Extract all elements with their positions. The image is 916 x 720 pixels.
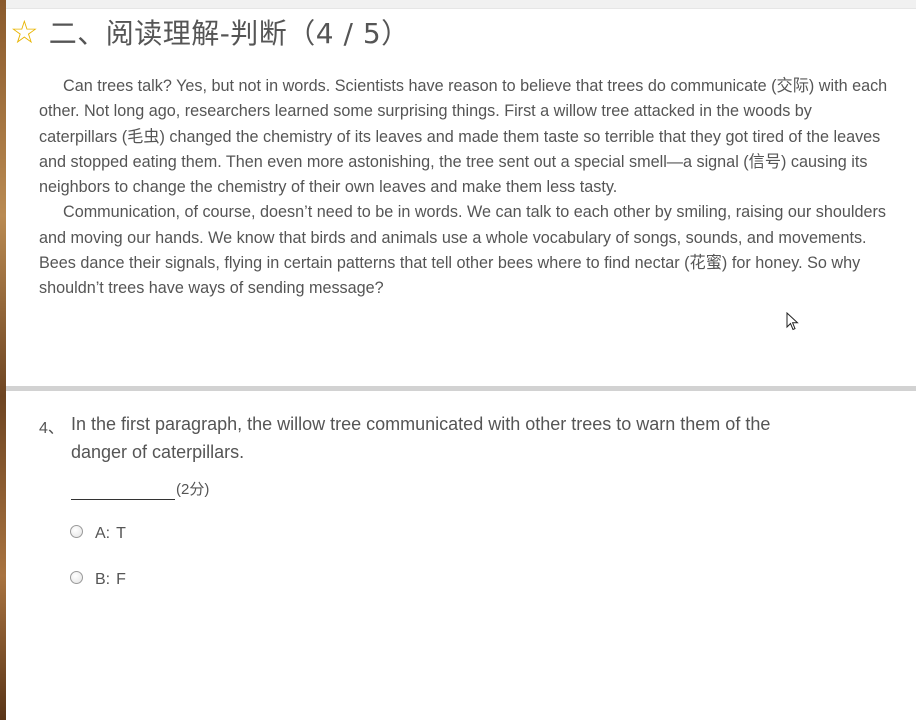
option-letter: B: bbox=[95, 571, 111, 588]
score-label: (2分) bbox=[176, 481, 210, 498]
option-value: T bbox=[116, 525, 126, 542]
option-b[interactable]: B: F bbox=[70, 570, 126, 589]
question-number: 4、 bbox=[39, 420, 64, 437]
top-bar bbox=[6, 0, 916, 9]
star-outline-icon[interactable]: ☆ bbox=[10, 16, 39, 48]
passage-paragraph: Communication, of course, doesn’t need t… bbox=[39, 203, 886, 298]
radio-button-a[interactable] bbox=[70, 524, 83, 538]
mouse-cursor-icon bbox=[786, 312, 799, 331]
option-value: F bbox=[116, 571, 126, 588]
option-letter: A: bbox=[95, 525, 111, 542]
question-text: In the first paragraph, the willow tree … bbox=[71, 414, 771, 462]
radio-button-b[interactable] bbox=[70, 570, 83, 584]
passage-paragraph: Can trees talk? Yes, but not in words. S… bbox=[39, 77, 888, 197]
option-a[interactable]: A: T bbox=[70, 524, 126, 543]
question-block: 4、 In the first paragraph, the willow tr… bbox=[39, 410, 839, 466]
window-left-edge bbox=[0, 0, 6, 720]
answer-blank-row: (2分) bbox=[71, 479, 209, 500]
section-title: 二、阅读理解-判断（4 / 5） bbox=[48, 17, 410, 50]
section-divider bbox=[6, 386, 916, 391]
reading-passage: Can trees talk? Yes, but not in words. S… bbox=[39, 74, 889, 302]
answer-blank bbox=[71, 479, 175, 500]
section-header: ☆ 二、阅读理解-判断（4 / 5） bbox=[10, 12, 410, 52]
